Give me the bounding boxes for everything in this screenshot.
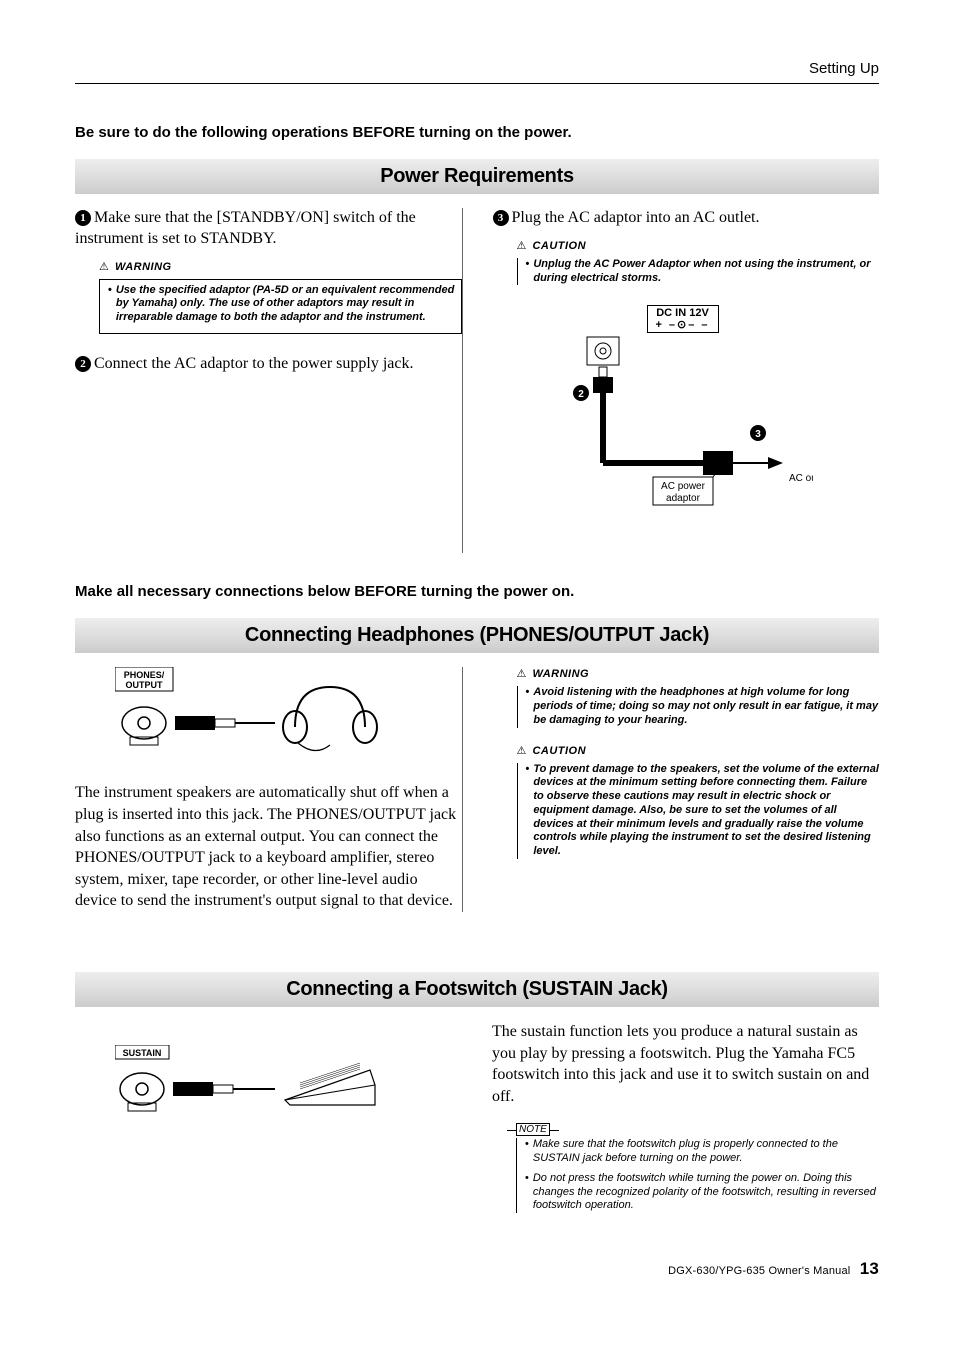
- power-step2: 2Connect the AC adaptor to the power sup…: [75, 354, 462, 375]
- power-caution-1: ⚠ CAUTION: [517, 239, 880, 252]
- phones-diagram: PHONES/ OUTPUT: [115, 667, 462, 762]
- power-warning-1-body: Use the specified adaptor (PA-5D or an e…: [99, 279, 462, 334]
- sustain-notes: Make sure that the footswitch plug is pr…: [516, 1138, 879, 1213]
- caution-icon: ⚠: [517, 240, 527, 252]
- power-step2-text: Connect the AC adaptor to the power supp…: [94, 355, 413, 372]
- header-section: Setting Up: [75, 60, 879, 77]
- section-phones-title: Connecting Headphones (PHONES/OUTPUT Jac…: [75, 618, 879, 653]
- warning-icon: ⚠: [99, 261, 109, 273]
- power-warn1-body-text: Use the specified adaptor (PA-5D or an e…: [116, 284, 455, 325]
- phones-caution: ⚠ CAUTION To prevent damage to the speak…: [493, 744, 880, 859]
- note-title: NOTE: [516, 1123, 550, 1136]
- ac-adaptor-label: AC power: [661, 481, 706, 492]
- intro-1: Be sure to do the following operations B…: [75, 124, 879, 141]
- warning-icon: ⚠: [517, 668, 527, 680]
- power-warn1-title: WARNING: [115, 261, 172, 273]
- svg-text:3: 3: [755, 429, 761, 440]
- power-diagram: DC IN 12V + –⊙– – 2: [553, 305, 813, 533]
- phones-warning: ⚠ WARNING Avoid listening with the headp…: [493, 667, 880, 727]
- caution-icon: ⚠: [517, 745, 527, 757]
- page-footer: DGX-630/YPG-635 Owner's Manual 13: [75, 1259, 879, 1279]
- section-power-title: Power Requirements: [75, 159, 879, 194]
- power-step3: 3Plug the AC adaptor into an AC outlet.: [493, 208, 880, 229]
- svg-text:PHONES/: PHONES/: [124, 670, 165, 680]
- power-caution-1-body: Unplug the AC Power Adaptor when not usi…: [517, 258, 880, 286]
- header-rule: [75, 83, 879, 84]
- power-caution1-body-text: Unplug the AC Power Adaptor when not usi…: [533, 258, 879, 286]
- svg-text:OUTPUT: OUTPUT: [126, 680, 164, 690]
- power-caution1-title: CAUTION: [532, 240, 586, 252]
- power-step1: 1Make sure that the [STANDBY/ON] switch …: [75, 208, 462, 250]
- svg-text:SUSTAIN: SUSTAIN: [123, 1048, 162, 1058]
- sustain-diagram: SUSTAIN: [115, 1045, 462, 1140]
- power-step3-text: Plug the AC adaptor into an AC outlet.: [512, 209, 760, 226]
- step-1-badge: 1: [75, 210, 91, 226]
- svg-text:adaptor: adaptor: [666, 493, 701, 504]
- power-warning-1: ⚠ WARNING: [99, 260, 462, 273]
- step-3-badge: 3: [493, 210, 509, 226]
- power-diagram-svg: 2 3 AC power adaptor: [553, 333, 813, 533]
- phones-body: The instrument speakers are automaticall…: [75, 782, 462, 912]
- dcin-label: DC IN 12V + –⊙– –: [647, 305, 719, 333]
- sustain-body: The sustain function lets you produce a …: [492, 1021, 879, 1107]
- section-sustain-title: Connecting a Footswitch (SUSTAIN Jack): [75, 972, 879, 1007]
- page-number: 13: [860, 1259, 879, 1278]
- ac-outlet-label: AC outlet: [789, 473, 813, 484]
- svg-text:2: 2: [578, 389, 584, 400]
- power-step1-text: Make sure that the [STANDBY/ON] switch o…: [75, 209, 416, 247]
- step-2-badge: 2: [75, 356, 91, 372]
- intro-2: Make all necessary connections below BEF…: [75, 583, 879, 600]
